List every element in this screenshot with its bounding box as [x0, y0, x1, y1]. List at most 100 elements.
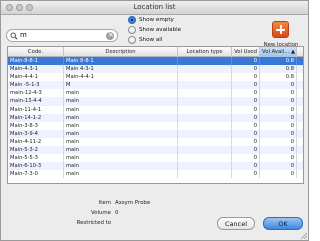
table-row[interactable]: main-12-4-3 main 0 0	[8, 89, 303, 98]
table-header: Code. Description Location type Vol Used…	[8, 47, 303, 57]
cell-vol-available: 0	[260, 97, 297, 106]
cell-vol-used: 0	[232, 73, 260, 82]
cell-code: Main-8-8-1	[8, 57, 64, 66]
radio-unselected-icon[interactable]	[128, 35, 136, 44]
item-value: Axsym Probe	[115, 200, 151, 206]
cell-vol-available: 0	[260, 121, 297, 130]
cell-vol-available: 0	[260, 162, 297, 171]
table-row[interactable]: Main-14-1-2 main 0 0	[8, 113, 303, 122]
cell-code: Main-14-1-2	[8, 113, 64, 122]
table-row[interactable]: Main-11-4-1 main 0 0	[8, 105, 303, 114]
resize-grip-icon[interactable]	[299, 231, 307, 239]
location-table[interactable]: Code. Description Location type Vol Used…	[7, 46, 304, 184]
clear-search-icon[interactable]	[106, 30, 114, 40]
location-list-window: Location list m Show empty Show availabl…	[0, 0, 309, 241]
cell-code: Main-11-4-1	[8, 105, 64, 114]
search-icon	[10, 32, 18, 40]
column-header-vol-used[interactable]: Vol Used	[232, 47, 260, 57]
cell-location-type	[178, 81, 232, 90]
cell-description: main	[64, 137, 178, 147]
cell-code: Main-6-10-3	[8, 162, 64, 171]
cell-vol-used: 0	[232, 146, 260, 155]
cell-vol-used: 0	[232, 105, 260, 114]
cell-location-type	[178, 170, 232, 179]
table-row[interactable]: Main-4-3-1 Main 4-3-1 0 0.8	[8, 65, 303, 74]
table-row[interactable]: Main-8-8-1 Main 8-8-1 0 0.8	[8, 57, 303, 66]
cell-code: Main-4-11-2	[8, 137, 64, 147]
cell-location-type	[178, 129, 232, 138]
title-bar: Location list	[1, 1, 308, 15]
radio-show-available[interactable]: Show available	[128, 25, 181, 34]
window-title: Location list	[133, 3, 176, 11]
cell-location-type	[178, 162, 232, 171]
cell-code: Main-4-3-1	[8, 65, 64, 74]
cell-vol-available: 0	[260, 129, 297, 138]
table-row[interactable]: Main-3-9-4 main 0 0	[8, 129, 303, 138]
cell-vol-used: 0	[232, 113, 260, 122]
table-row[interactable]: main-13-4-4 main 0 0	[8, 97, 303, 106]
column-header-location-type[interactable]: Location type	[178, 47, 232, 57]
cell-vol-available: 0	[260, 105, 297, 114]
table-row[interactable]: Main-4-4-1 Main-4-4-1 0 0.8	[8, 73, 303, 82]
radio-selected-icon[interactable]	[128, 15, 136, 24]
cell-location-type	[178, 97, 232, 106]
cell-code: main-13-4-4	[8, 97, 64, 106]
cell-description: Main 8-8-1	[64, 57, 178, 66]
cell-vol-used: 0	[232, 121, 260, 130]
cell-code: main-12-4-3	[8, 89, 64, 98]
cell-description: Main-4-4-1	[64, 73, 178, 82]
cell-code: Main-3-9-4	[8, 129, 64, 138]
table-row[interactable]: Main-3-8-3 main 0 0	[8, 121, 303, 130]
cell-vol-available: 0	[260, 113, 297, 122]
table-row[interactable]: Main -5-1-3 M 0 0	[8, 81, 303, 90]
cell-code: Main-7-3-0	[8, 170, 64, 179]
cell-description: main	[64, 113, 178, 122]
cell-description: M	[64, 81, 178, 90]
cell-vol-available: 0.8	[260, 73, 297, 82]
table-row[interactable]: Main-5-5-3 main 0 0	[8, 154, 303, 163]
cell-location-type	[178, 146, 232, 155]
cell-vol-used: 0	[232, 97, 260, 106]
table-body: Main-8-8-1 Main 8-8-1 0 0.8 Main-4-3-1 Main 4…	[8, 57, 303, 179]
cancel-button[interactable]: Cancel	[217, 217, 255, 230]
cell-vol-available: 0	[260, 170, 297, 179]
table-row[interactable]: Main-7-3-0 main 0 0	[8, 170, 303, 179]
cell-code: Main-5-5-3	[8, 154, 64, 163]
restricted-label: Restricted to	[76, 220, 111, 226]
radio-show-empty[interactable]: Show empty	[128, 15, 174, 24]
cell-vol-used: 0	[232, 57, 260, 66]
cell-vol-used: 0	[232, 129, 260, 138]
search-input[interactable]: m	[20, 31, 27, 39]
column-header-code[interactable]: Code.	[8, 47, 64, 57]
cell-location-type	[178, 113, 232, 122]
column-header-description[interactable]: Description	[64, 47, 178, 57]
radio-label: Show empty	[139, 16, 174, 23]
cell-location-type	[178, 73, 232, 82]
cell-vol-used: 0	[232, 162, 260, 171]
table-row[interactable]: Main-4-11-2 main 0 0	[8, 137, 303, 147]
cell-vol-available: 0.8	[260, 57, 297, 66]
item-label: Item	[98, 200, 111, 206]
search-field[interactable]: m	[6, 29, 118, 42]
add-location-icon[interactable]	[272, 21, 289, 38]
radio-show-all[interactable]: Show all	[128, 35, 162, 44]
cell-description: Main 4-3-1	[64, 65, 178, 74]
ok-button[interactable]: OK	[263, 217, 303, 230]
table-row[interactable]: Main-5-3-2 main 0 0	[8, 146, 303, 155]
cell-vol-used: 0	[232, 137, 260, 147]
cell-vol-available: 0	[260, 137, 297, 147]
cell-description: main	[64, 105, 178, 114]
cell-location-type	[178, 105, 232, 114]
cell-location-type	[178, 154, 232, 163]
cell-vol-used: 0	[232, 89, 260, 98]
radio-label: Show all	[139, 36, 163, 43]
radio-label: Show available	[139, 26, 182, 33]
cell-code: Main-4-4-1	[8, 73, 64, 82]
radio-unselected-icon[interactable]	[128, 25, 136, 34]
cell-description: main	[64, 121, 178, 130]
column-header-vol-available[interactable]: Vol Avail... ▲	[260, 47, 297, 57]
cell-vol-available: 0	[260, 81, 297, 90]
cell-location-type	[178, 137, 232, 147]
table-row[interactable]: Main-6-10-3 main 0 0	[8, 162, 303, 171]
cell-code: Main -5-1-3	[8, 81, 64, 90]
